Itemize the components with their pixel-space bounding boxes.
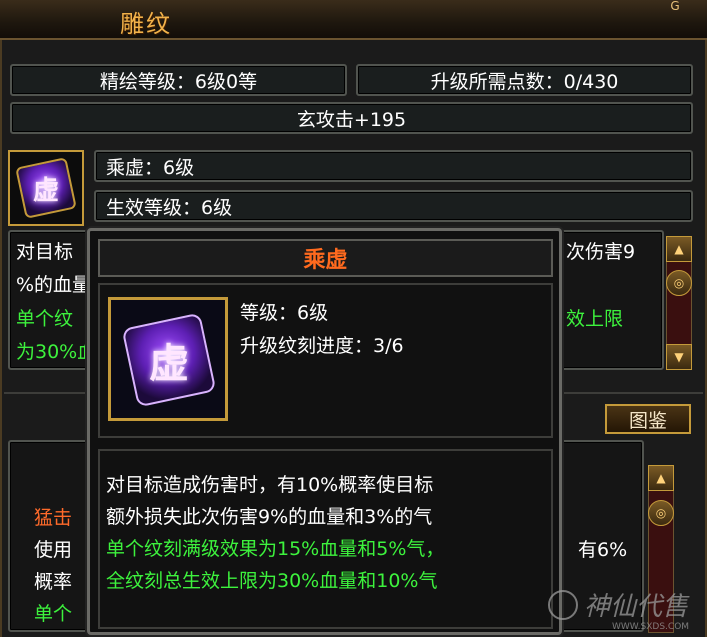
bg-desc-line3-left: 单个纹: [16, 308, 74, 330]
tujian-label: 图鉴: [628, 409, 667, 432]
watermark-text: 神仙代售: [584, 592, 689, 622]
tooltip-desc-line3: 单个纹刻满级效果为15%血量和5%气，: [106, 538, 445, 560]
watermark-seal-icon: [548, 590, 578, 620]
tooltip-header: 乘虚: [98, 239, 553, 277]
tooltip-desc-line1: 对目标造成伤害时，有10%概率使目标: [106, 474, 434, 496]
rune-slot[interactable]: 虚: [8, 150, 84, 226]
tooltip-level: 等级：6级: [240, 302, 329, 324]
rune-gem-icon: 虚: [15, 157, 77, 219]
tooltip-rune-gem-icon: 虚: [121, 312, 217, 408]
attack-bonus-text: 玄攻击+195: [296, 108, 407, 131]
lower-line4-left: 单个: [34, 603, 73, 625]
lower-line3-left: 概率: [34, 571, 73, 593]
tooltip-icon-section: 虚 等级：6级 升级纹刻进度：3/6: [98, 283, 553, 438]
bg-desc-line1-left: 对目标: [16, 241, 74, 263]
bg-desc-line4-left: 为30%血: [16, 341, 97, 363]
lower-line2-right: 有6%: [578, 539, 628, 561]
watermark-url: WWW.SXDS.COM: [612, 622, 690, 632]
tooltip-rune-glyph: 虚: [149, 340, 189, 387]
rune-name-text: 乘虚：6级: [106, 156, 195, 179]
lower-scroll-thumb-icon[interactable]: ◎: [648, 500, 674, 526]
tooltip-rune-frame: 虚: [108, 297, 228, 421]
tooltip-desc-line2: 额外损失此次伤害9%的血量和3%的气: [106, 506, 433, 528]
tooltip-description: 对目标造成伤害时，有10%概率使目标 额外损失此次伤害9%的血量和3%的气 单个…: [98, 449, 553, 629]
bg-desc-line2-left: %的血量: [16, 274, 92, 296]
scroll-up-icon[interactable]: ▲: [666, 236, 692, 262]
lower-line1-left: 猛击: [34, 507, 73, 529]
title-bar: [0, 0, 707, 40]
tooltip-rune-name: 乘虚: [303, 247, 348, 273]
bg-desc-line1-right: 次伤害9: [566, 241, 636, 263]
window-title: 雕纹: [120, 10, 172, 38]
rune-name-box: 乘虚：6级: [94, 150, 693, 182]
upgrade-points-text: 升级所需点数：0/430: [430, 70, 619, 93]
tooltip-carve-progress: 升级纹刻进度：3/6: [240, 335, 404, 357]
scroll-down-icon[interactable]: ▼: [666, 344, 692, 370]
scroll-thumb-icon[interactable]: ◎: [666, 270, 692, 296]
refine-level-text: 精绘等级：6级0等: [99, 70, 258, 93]
refine-level-box: 精绘等级：6级0等: [10, 64, 347, 96]
lower-line2-left: 使用: [34, 539, 73, 561]
effect-level-box: 生效等级：6级: [94, 190, 693, 222]
tooltip-desc-line4: 全纹刻总生效上限为30%血量和10%气: [106, 570, 438, 592]
close-icon[interactable]: G: [668, 0, 682, 14]
rune-glyph: 虚: [32, 175, 59, 206]
upgrade-points-box: 升级所需点数：0/430: [356, 64, 693, 96]
rune-tooltip: 乘虚 虚 等级：6级 升级纹刻进度：3/6 对目标造成伤害时，有10%概率使目标…: [87, 228, 562, 635]
effect-level-text: 生效等级：6级: [106, 196, 233, 219]
tujian-button[interactable]: 图鉴: [605, 404, 691, 434]
watermark-logo: 神仙代售 WWW.SXDS.COM: [548, 582, 707, 637]
lower-scroll-up-icon[interactable]: ▲: [648, 465, 674, 491]
bg-desc-line3-right: 效上限: [566, 308, 624, 330]
attack-bonus-box: 玄攻击+195: [10, 102, 693, 134]
